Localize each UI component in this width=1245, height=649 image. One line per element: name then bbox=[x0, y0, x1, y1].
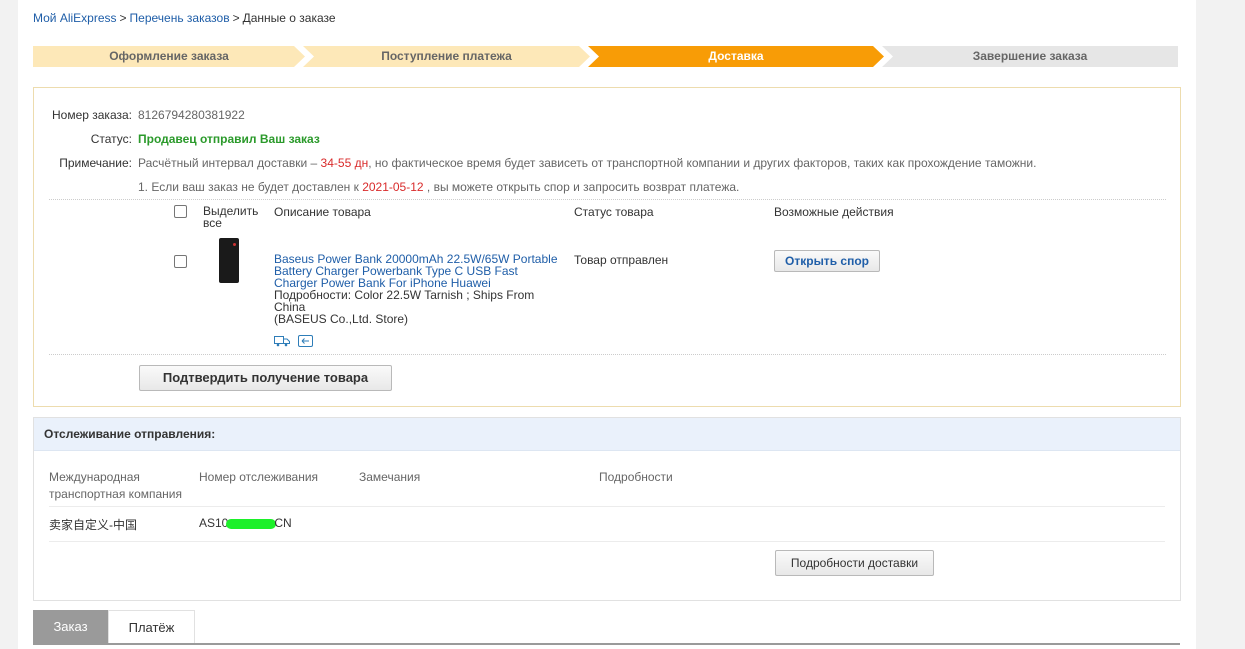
col-header-tracking-number: Номер отслеживания bbox=[199, 470, 319, 484]
order-progress-steps: Оформление заказа Поступление платежа До… bbox=[33, 46, 1178, 67]
divider bbox=[49, 199, 1166, 200]
breadcrumb-current: Данные о заказе bbox=[242, 11, 336, 25]
breadcrumb-orders[interactable]: Перечень заказов bbox=[130, 11, 230, 25]
product-thumbnail[interactable] bbox=[219, 238, 239, 283]
product-details: Подробности: Color 22.5W Tarnish ; Ships… bbox=[274, 288, 535, 314]
tab-payment[interactable]: Платёж bbox=[108, 610, 195, 644]
note-suffix: , но фактическое время будет зависеть от… bbox=[368, 156, 1037, 170]
item-checkbox[interactable] bbox=[174, 255, 187, 268]
dispute-note: 1. Если ваш заказ не будет доставлен к 2… bbox=[138, 180, 739, 194]
divider bbox=[49, 354, 1166, 355]
tabs-underline bbox=[33, 643, 1180, 645]
col-header-select-all: Выделить все bbox=[203, 204, 259, 230]
breadcrumb-my-aliexpress[interactable]: Мой AliExpress bbox=[33, 11, 117, 25]
divider bbox=[49, 506, 1165, 507]
truck-icon[interactable] bbox=[274, 335, 290, 347]
tab-order[interactable]: Заказ bbox=[33, 610, 108, 644]
col-header-actions: Возможные действия bbox=[774, 205, 894, 219]
tracking-number: AS10 CN bbox=[199, 516, 292, 530]
order-note-text: Расчётный интервал доставки – 34-55 дн, … bbox=[138, 156, 1036, 170]
order-note-label: Примечание: bbox=[59, 156, 132, 170]
tracking-number-prefix: AS10 bbox=[199, 516, 229, 530]
page: Мой AliExpress > Перечень заказов > Данные о… bbox=[18, 0, 1196, 649]
redaction-mark bbox=[226, 518, 277, 529]
tracking-number-suffix: CN bbox=[274, 516, 292, 530]
carrier-name: 卖家自定义-中国 bbox=[49, 518, 137, 532]
select-all-checkbox[interactable] bbox=[174, 205, 187, 218]
delivery-details-button[interactable]: Подробности доставки bbox=[775, 550, 934, 576]
order-status-label: Статус: bbox=[90, 132, 132, 146]
delivery-interval: 34-55 дн bbox=[320, 156, 369, 170]
confirm-receipt-button[interactable]: Подтвердить получение товара bbox=[139, 365, 392, 391]
col-header-remarks: Замечания bbox=[359, 470, 421, 484]
col-header-item-status: Статус товара bbox=[574, 205, 654, 219]
breadcrumb: Мой AliExpress > Перечень заказов > Данные о… bbox=[33, 11, 336, 25]
tracking-panel: Отслеживание отправления: Международная … bbox=[33, 417, 1181, 601]
open-dispute-button[interactable]: Открыть спор bbox=[774, 250, 880, 272]
col-header-details: Подробности bbox=[599, 470, 673, 484]
note-prefix: Расчётный интервал доставки – bbox=[138, 156, 318, 170]
tracking-header: Отслеживание отправления: bbox=[34, 418, 1180, 451]
product-store: (BASEUS Co.,Ltd. Store) bbox=[274, 312, 409, 326]
product-icons bbox=[274, 335, 314, 347]
col-header-description: Описание товара bbox=[274, 205, 371, 219]
order-details-box: Номер заказа: 8126794280381922 Статус: П… bbox=[33, 87, 1181, 407]
step-shipping: Доставка bbox=[588, 46, 884, 67]
breadcrumb-separator: > bbox=[232, 11, 240, 25]
order-number-label: Номер заказа: bbox=[51, 108, 132, 122]
step-order-complete: Завершение заказа bbox=[882, 46, 1178, 67]
dispute-note-suffix: , вы можете открыть спор и запросить воз… bbox=[426, 180, 740, 194]
divider bbox=[49, 541, 1165, 542]
item-status: Товар отправлен bbox=[574, 253, 669, 267]
snapshot-icon[interactable] bbox=[298, 335, 314, 347]
col-header-carrier: Международная транспортная компания bbox=[49, 470, 182, 501]
product-title-link[interactable]: Baseus Power Bank 20000mAh 22.5W/65W Por… bbox=[274, 253, 564, 289]
dispute-note-prefix: 1. Если ваш заказ не будет доставлен к bbox=[138, 180, 359, 194]
dispute-deadline-date: 2021-05-12 bbox=[362, 180, 424, 194]
step-payment-received: Поступление платежа bbox=[303, 46, 590, 67]
order-number-value: 8126794280381922 bbox=[138, 108, 245, 122]
order-status-value: Продавец отправил Ваш заказ bbox=[138, 132, 320, 146]
step-order-placed: Оформление заказа bbox=[33, 46, 305, 67]
breadcrumb-separator: > bbox=[119, 11, 127, 25]
product-description: Baseus Power Bank 20000mAh 22.5W/65W Por… bbox=[274, 253, 564, 325]
bottom-tabs: Заказ Платёж bbox=[33, 610, 195, 644]
